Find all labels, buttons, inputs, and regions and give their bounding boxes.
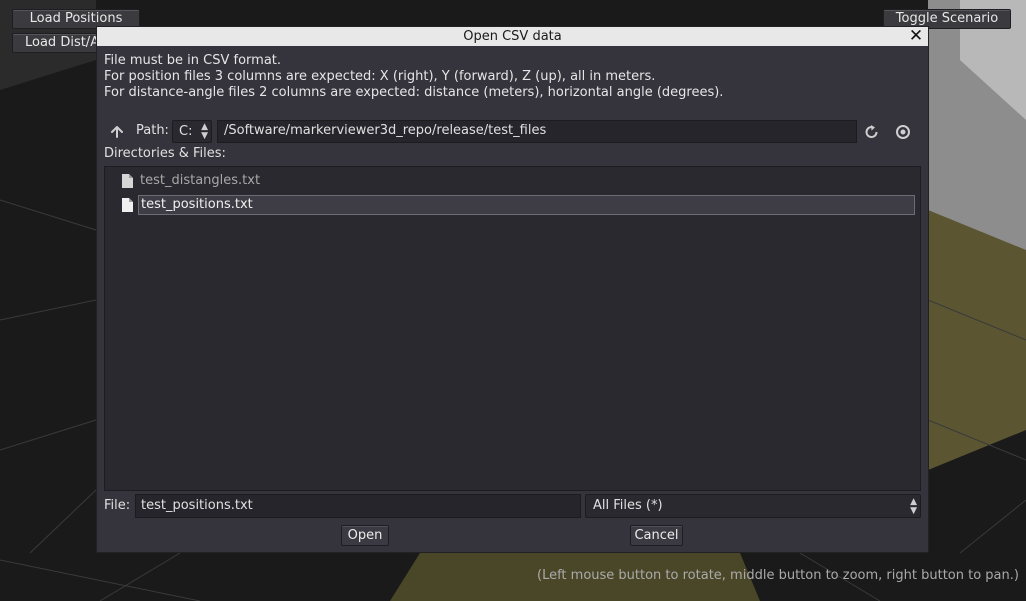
list-item[interactable]: test_distangles.txt <box>121 171 915 191</box>
filter-value: All Files (*) <box>593 498 663 513</box>
path-label: Path: <box>136 123 169 138</box>
drive-value: C: <box>179 124 193 139</box>
list-item-selected[interactable]: test_positions.txt <box>121 195 915 215</box>
dialog-titlebar[interactable]: Open CSV data ✕ <box>97 27 928 46</box>
info-line: File must be in CSV format. <box>104 53 282 68</box>
file-icon <box>121 174 133 188</box>
path-bar: Path: C: ▲ ▼ /Software/markerviewer3d_rep… <box>104 120 924 143</box>
mouse-controls-hint: (Left mouse button to rotate, middle but… <box>537 568 1019 583</box>
cancel-button[interactable]: Cancel <box>630 525 683 546</box>
up-arrow-icon[interactable] <box>109 121 125 141</box>
info-line: For position files 3 columns are expecte… <box>104 69 656 84</box>
file-list[interactable]: test_distangles.txt test_positions.txt <box>104 166 921 491</box>
info-line: For distance-angle files 2 columns are e… <box>104 85 724 100</box>
eye-icon[interactable] <box>893 122 913 142</box>
path-input[interactable]: /Software/markerviewer3d_repo/release/te… <box>217 120 857 143</box>
close-icon[interactable]: ✕ <box>908 27 924 46</box>
file-icon <box>121 198 133 212</box>
file-filter-select[interactable]: All Files (*) ▲ ▼ <box>585 494 921 518</box>
updown-arrows-icon: ▲ ▼ <box>910 497 917 516</box>
open-csv-dialog: Open CSV data ✕ File must be in CSV form… <box>96 26 929 553</box>
file-label: File: <box>104 498 131 513</box>
dialog-title: Open CSV data <box>463 29 562 44</box>
directories-files-label: Directories & Files: <box>104 146 226 161</box>
file-name: test_positions.txt <box>138 195 915 215</box>
file-name: test_distangles.txt <box>140 173 261 188</box>
updown-arrows-icon: ▲ ▼ <box>201 122 208 141</box>
format-info: File must be in CSV format. For position… <box>104 53 723 101</box>
drive-select[interactable]: C: ▲ ▼ <box>172 120 212 143</box>
open-button[interactable]: Open <box>341 525 389 546</box>
refresh-icon[interactable] <box>862 122 882 142</box>
file-name-input[interactable]: test_positions.txt <box>135 494 581 518</box>
